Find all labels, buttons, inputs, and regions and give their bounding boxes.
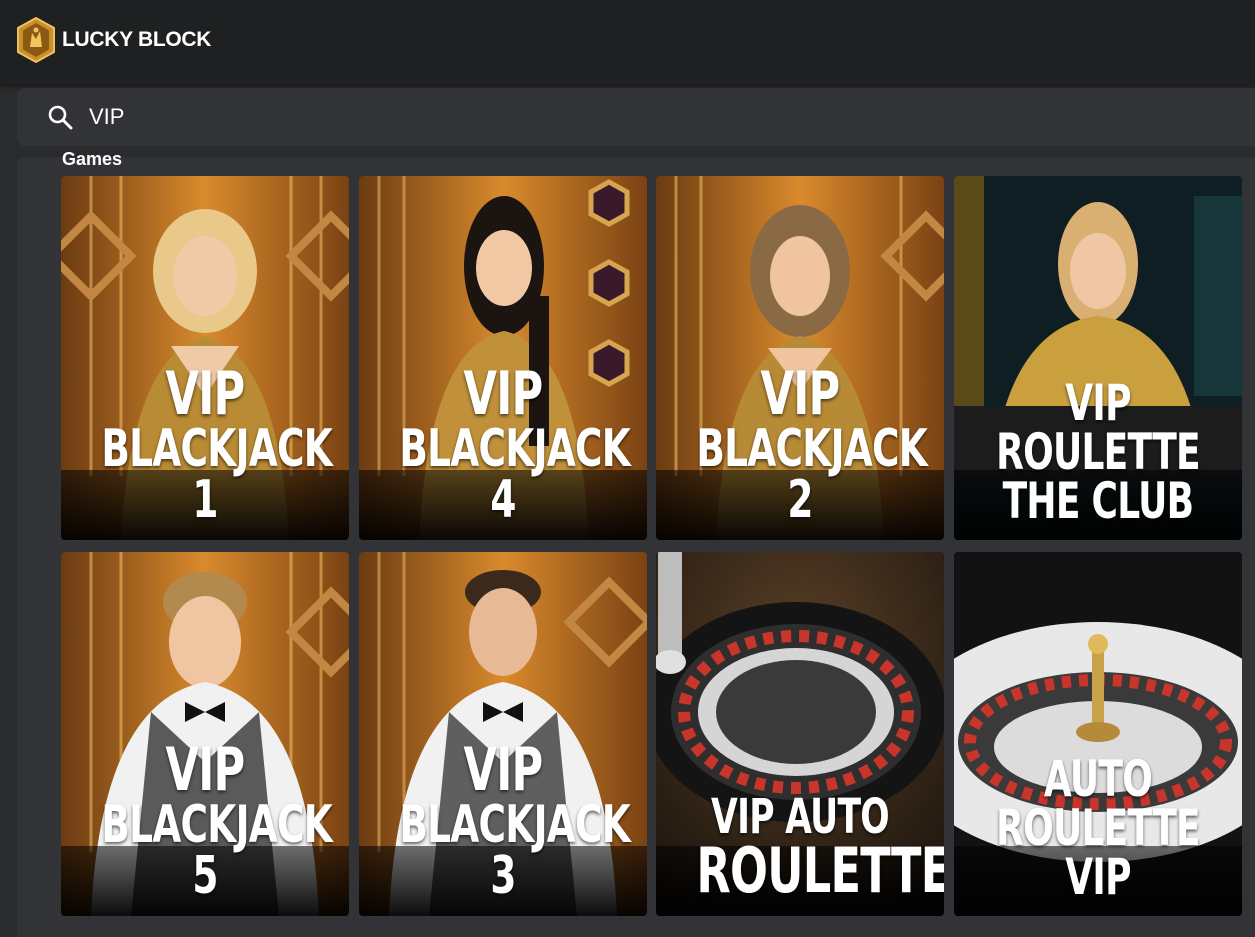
game-title: VIP BLACKJACK 1 bbox=[101, 359, 333, 531]
game-card-vip-auto-roulette[interactable]: VIP AUTO ROULETTE bbox=[656, 552, 944, 916]
game-card-vip-blackjack-2[interactable]: VIP BLACKJACK 2 bbox=[656, 176, 944, 540]
top-bar: LUCKY BLOCK bbox=[0, 0, 1255, 85]
game-card-vip-blackjack-5[interactable]: VIP BLACKJACK 5 bbox=[61, 552, 349, 916]
games-grid: VIP BLACKJACK 1 VIP BLACKJACK 4 VIP BLAC… bbox=[61, 176, 1242, 916]
game-card-vip-blackjack-1[interactable]: VIP BLACKJACK 1 bbox=[61, 176, 349, 540]
game-title: VIP BLACKJACK 4 bbox=[398, 359, 631, 531]
game-title: VIP ROULETTE THE CLUB bbox=[995, 374, 1201, 530]
game-title: VIP BLACKJACK 2 bbox=[696, 359, 928, 531]
game-title: VIP AUTO ROULETTE bbox=[696, 789, 944, 908]
game-card-vip-blackjack-3[interactable]: VIP BLACKJACK 3 bbox=[358, 552, 647, 916]
game-title: AUTO ROULETTE VIP bbox=[995, 750, 1201, 906]
search-bar bbox=[17, 88, 1255, 146]
search-input[interactable] bbox=[89, 100, 689, 134]
game-card-auto-roulette-vip[interactable]: AUTO ROULETTE VIP bbox=[953, 552, 1242, 916]
search-icon[interactable] bbox=[47, 104, 73, 130]
game-title: VIP BLACKJACK 5 bbox=[101, 735, 333, 907]
brand-name: LUCKY BLOCK bbox=[62, 28, 212, 51]
game-title: VIP BLACKJACK 3 bbox=[398, 735, 631, 907]
game-card-vip-blackjack-4[interactable]: VIP BLACKJACK 4 bbox=[358, 176, 647, 540]
lucky-block-logo-icon bbox=[17, 17, 55, 63]
game-card-vip-roulette-the-club[interactable]: VIP ROULETTE THE CLUB bbox=[953, 176, 1242, 540]
logo[interactable]: LUCKY BLOCK bbox=[16, 16, 211, 64]
section-title-games: Games bbox=[62, 149, 123, 169]
